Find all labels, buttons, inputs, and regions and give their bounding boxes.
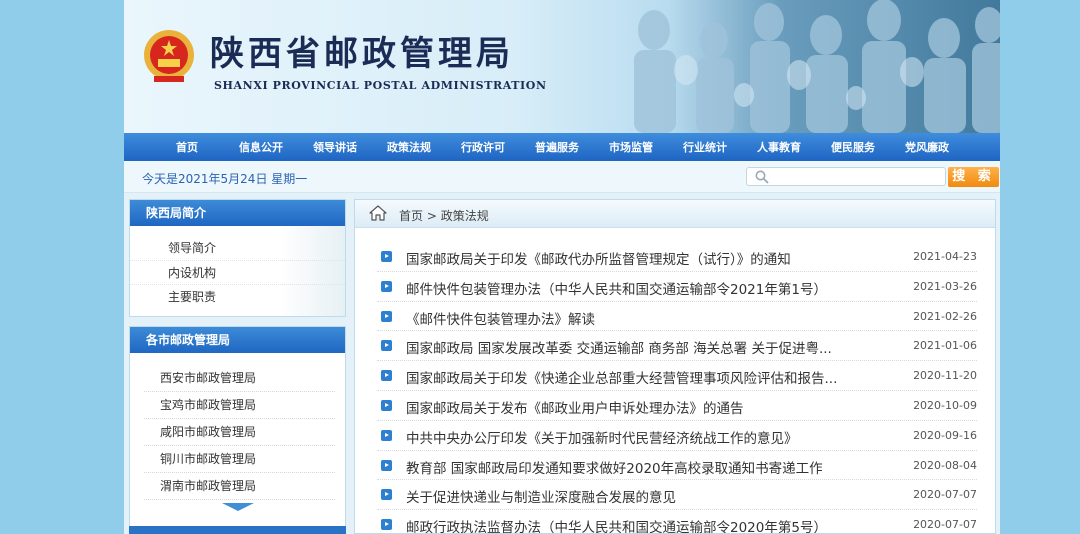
article-title-link[interactable]: 邮政行政执法监督办法（中华人民共和国交通运输部令2020年第5号） (406, 516, 856, 533)
page: 陕西省邮政管理局 SHANXI PROVINCIAL POSTAL ADMINI… (124, 0, 1000, 534)
breadcrumb-path: 首页 > 政策法规 (399, 207, 489, 224)
article-date: 2021-04-23 (913, 250, 977, 263)
article-row: 邮件快件包装管理办法（中华人民共和国交通运输部令2021年第1号） 2021-0… (377, 272, 977, 302)
nav-item-public-service[interactable]: 便民服务 (816, 139, 890, 155)
sidebar-cities-title: 各市邮政管理局 (130, 327, 345, 353)
arrow-bullet-icon (381, 370, 392, 382)
breadcrumb-current[interactable]: 政策法规 (441, 209, 489, 223)
sidebar-intro-list: 领导简介 内设机构 主要职责 (130, 226, 345, 316)
breadcrumb-separator: > (426, 209, 437, 223)
article-title-link[interactable]: 中共中央办公厅印发《关于加强新时代民营经济统战工作的意见》 (406, 427, 856, 447)
nav-item-universal-service[interactable]: 普遍服务 (520, 139, 594, 155)
article-date: 2020-10-09 (913, 398, 977, 412)
current-date: 今天是2021年5月24日 星期一 (142, 172, 308, 186)
sidebar-item-leaders[interactable]: 领导简介 (130, 236, 345, 260)
sidebar-cities-list: 西安市邮政管理局 宝鸡市邮政管理局 咸阳市邮政管理局 铜川市邮政管理局 渭南市邮… (130, 353, 345, 500)
article-row: 国家邮政局 国家发展改革委 交通运输部 商务部 海关总署 关于促进粤... 20… (377, 331, 977, 362)
article-row: 中共中央办公厅印发《关于加强新时代民营经济统战工作的意见》 2020-09-16 (377, 421, 977, 451)
national-emblem-icon (144, 30, 194, 82)
nav-item-policies[interactable]: 政策法规 (372, 139, 446, 155)
header-banner: 陕西省邮政管理局 SHANXI PROVINCIAL POSTAL ADMINI… (124, 0, 1000, 133)
arrow-bullet-icon (381, 310, 392, 322)
breadcrumb: 首页 > 政策法规 (355, 200, 995, 228)
search-button[interactable]: 搜 索 (948, 167, 999, 187)
arrow-bullet-icon (381, 489, 392, 501)
arrow-bullet-icon (381, 429, 392, 441)
search-icon (755, 170, 769, 184)
article-title-link[interactable]: 关于促进快递业与制造业深度融合发展的意见 (406, 486, 856, 506)
sidebar-next-box-header (129, 526, 346, 534)
article-list: 国家邮政局关于印发《邮政代办所监督管理规定（试行）》的通知 2021-04-23… (355, 228, 995, 533)
article-title-link[interactable]: 国家邮政局关于印发《邮政代办所监督管理规定（试行）》的通知 (406, 248, 856, 268)
article-date: 2021-01-06 (913, 339, 977, 353)
sidebar-item-tongchuan[interactable]: 铜川市邮政管理局 (144, 446, 335, 473)
sidebar-item-baoji[interactable]: 宝鸡市邮政管理局 (144, 392, 335, 419)
article-row: 国家邮政局关于印发《邮政代办所监督管理规定（试行）》的通知 2021-04-23 (377, 242, 977, 272)
home-icon (369, 205, 387, 221)
site-title: 陕西省邮政管理局 (210, 34, 514, 74)
article-title-link[interactable]: 国家邮政局 国家发展改革委 交通运输部 商务部 海关总署 关于促进粤... (406, 337, 856, 357)
article-row: 国家邮政局关于印发《快递企业总部重大经营管理事项风险评估和报告... 2020-… (377, 361, 977, 391)
sidebar-item-weinan[interactable]: 渭南市邮政管理局 (144, 473, 335, 500)
article-title-link[interactable]: 邮件快件包装管理办法（中华人民共和国交通运输部令2021年第1号） (406, 278, 856, 298)
nav-item-hr-education[interactable]: 人事教育 (742, 139, 816, 155)
nav-item-admin-license[interactable]: 行政许可 (446, 139, 520, 155)
search-input[interactable] (746, 167, 946, 186)
article-date: 2020-09-16 (913, 428, 977, 442)
sidebar-intro-box: 陕西局简介 领导简介 内设机构 主要职责 (129, 199, 346, 317)
main-content: 首页 > 政策法规 国家邮政局关于印发《邮政代办所监督管理规定（试行）》的通知 … (354, 199, 996, 534)
date-search-bar: 今天是2021年5月24日 星期一 搜 索 (124, 161, 1000, 193)
sidebar-item-responsibilities[interactable]: 主要职责 (130, 284, 345, 308)
article-row: 邮政行政执法监督办法（中华人民共和国交通运输部令2020年第5号） 2020-0… (377, 510, 977, 533)
breadcrumb-home-link[interactable]: 首页 (399, 209, 423, 223)
article-title-link[interactable]: 教育部 国家邮政局印发通知要求做好2020年高校录取通知书寄递工作 (406, 457, 856, 477)
sidebar-cities-box: 各市邮政管理局 西安市邮政管理局 宝鸡市邮政管理局 咸阳市邮政管理局 铜川市邮政… (129, 326, 346, 534)
article-date: 2021-03-26 (913, 279, 977, 293)
article-date: 2020-07-07 (913, 488, 977, 502)
arrow-bullet-icon (381, 459, 392, 471)
article-title-link[interactable]: 国家邮政局关于印发《快递企业总部重大经营管理事项风险评估和报告... (406, 367, 856, 387)
article-row: 关于促进快递业与制造业深度融合发展的意见 2020-07-07 (377, 480, 977, 511)
article-title-link[interactable]: 国家邮政局关于发布《邮政业用户申诉处理办法》的通告 (406, 397, 856, 417)
site-subtitle: SHANXI PROVINCIAL POSTAL ADMINISTRATION (214, 79, 547, 92)
nav-item-home[interactable]: 首页 (150, 139, 224, 155)
sidebar-item-xianyang[interactable]: 咸阳市邮政管理局 (144, 419, 335, 446)
article-date: 2021-02-26 (913, 309, 977, 323)
article-date: 2020-11-20 (913, 369, 977, 383)
arrow-bullet-icon (381, 251, 392, 262)
article-row: 《邮件快件包装管理办法》解读 2021-02-26 (377, 302, 977, 332)
article-row: 教育部 国家邮政局印发通知要求做好2020年高校录取通知书寄递工作 2020-0… (377, 451, 977, 481)
scroll-down-arrow-icon[interactable] (222, 503, 254, 511)
terracotta-warriors-image (634, 0, 1000, 133)
sidebar-item-departments[interactable]: 内设机构 (130, 260, 345, 284)
nav-item-leader-speeches[interactable]: 领导讲话 (298, 139, 372, 155)
nav-item-industry-stats[interactable]: 行业统计 (668, 139, 742, 155)
main-nav: 首页 信息公开 领导讲话 政策法规 行政许可 普遍服务 市场监管 行业统计 人事… (124, 133, 1000, 161)
article-date: 2020-07-07 (913, 518, 977, 532)
nav-item-market-supervision[interactable]: 市场监管 (594, 139, 668, 155)
arrow-bullet-icon (381, 340, 392, 352)
article-row: 国家邮政局关于发布《邮政业用户申诉处理办法》的通告 2020-10-09 (377, 391, 977, 421)
arrow-bullet-icon (381, 519, 392, 531)
nav-item-info-disclosure[interactable]: 信息公开 (224, 139, 298, 155)
nav-item-party-integrity[interactable]: 党风廉政 (890, 139, 964, 155)
sidebar-intro-title: 陕西局简介 (130, 200, 345, 226)
arrow-bullet-icon (381, 280, 392, 292)
article-title-link[interactable]: 《邮件快件包装管理办法》解读 (406, 308, 856, 328)
sidebar-item-xian[interactable]: 西安市邮政管理局 (144, 365, 335, 392)
arrow-bullet-icon (381, 399, 392, 411)
article-date: 2020-08-04 (913, 458, 977, 472)
